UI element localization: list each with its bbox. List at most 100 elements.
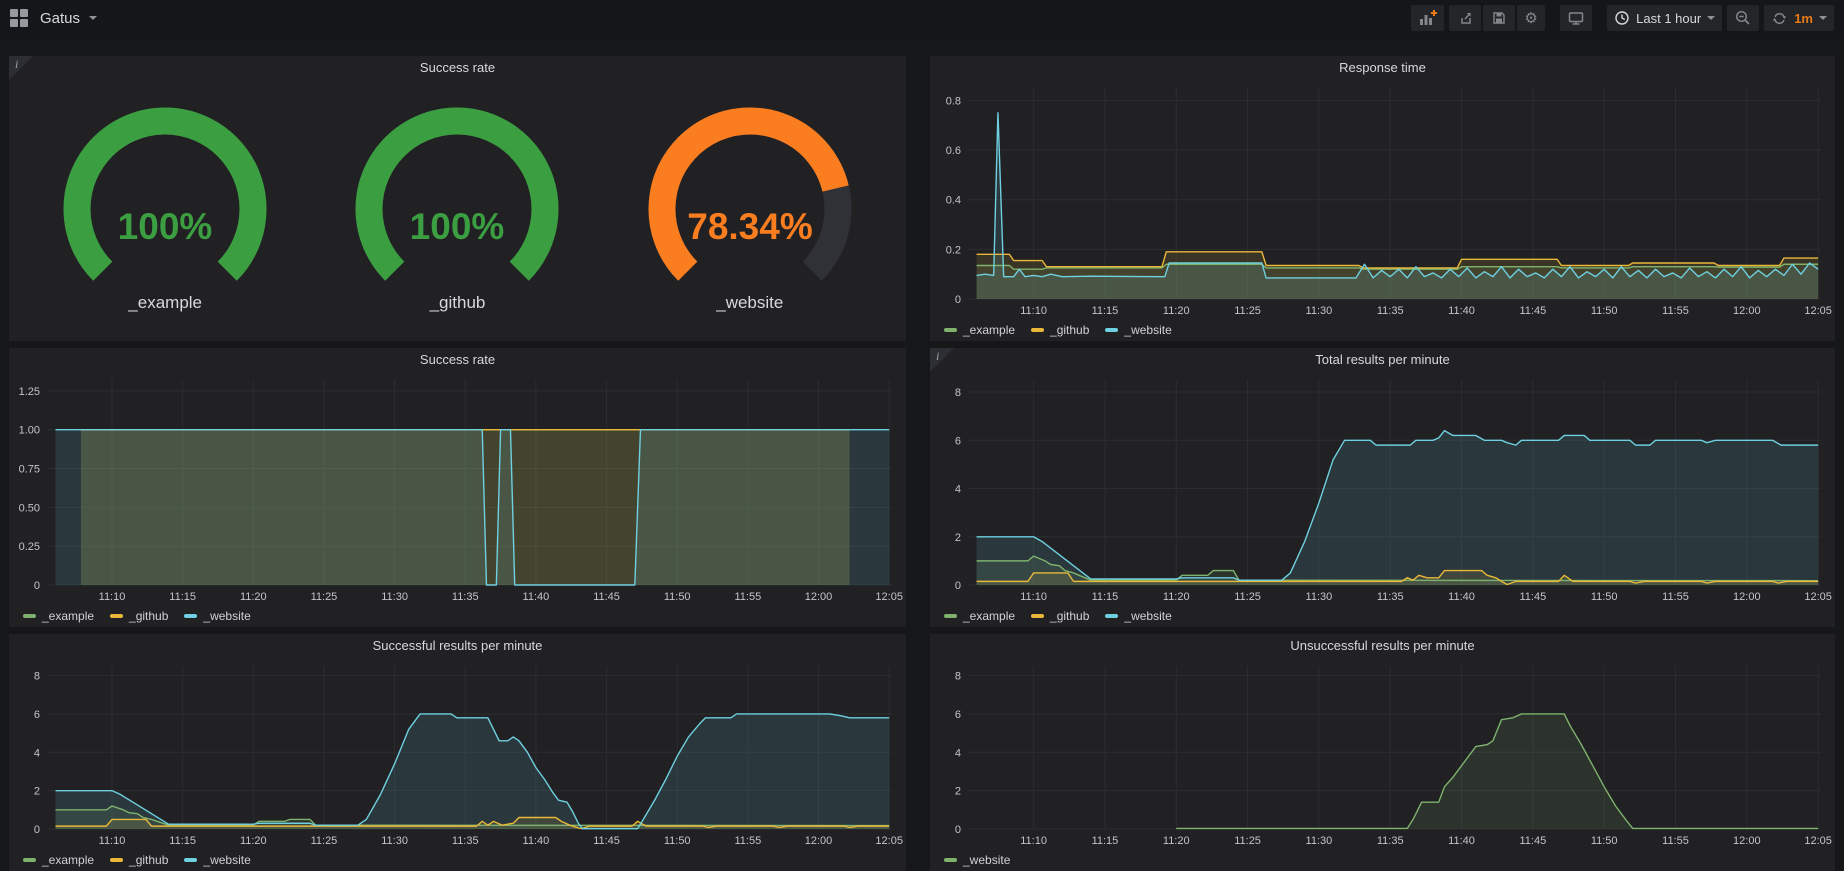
svg-text:11:30: 11:30: [1306, 835, 1333, 847]
svg-text:1.00: 1.00: [19, 425, 40, 437]
add-panel-button[interactable]: [1411, 5, 1444, 31]
legend-item-_website[interactable]: _website: [184, 609, 250, 623]
svg-text:0: 0: [955, 824, 961, 836]
svg-text:12:00: 12:00: [1733, 591, 1761, 603]
svg-text:11:35: 11:35: [1377, 591, 1404, 603]
svg-text:11:50: 11:50: [1591, 591, 1618, 603]
zoom-out-button[interactable]: [1727, 5, 1759, 31]
chart-response-time[interactable]: 00.20.40.60.811:1011:1511:2011:2511:3011…: [930, 80, 1835, 319]
panel-title[interactable]: Response time: [930, 56, 1835, 80]
legend-item-_example[interactable]: _example: [23, 609, 94, 623]
settings-button[interactable]: ⚙: [1517, 5, 1545, 31]
legend-label: _website: [203, 609, 250, 623]
svg-text:12:00: 12:00: [805, 835, 833, 847]
tv-mode-button[interactable]: [1560, 5, 1592, 31]
svg-text:11:45: 11:45: [1520, 305, 1547, 317]
svg-text:12:05: 12:05: [1804, 835, 1832, 847]
legend-item-_example[interactable]: _example: [944, 323, 1015, 337]
panel-title[interactable]: Success rate: [9, 56, 906, 80]
chart-total-results[interactable]: 0246811:1011:1511:2011:2511:3011:3511:40…: [930, 372, 1835, 605]
panel-title[interactable]: Unsuccessful results per minute: [930, 634, 1835, 658]
svg-text:1.25: 1.25: [19, 386, 40, 398]
time-range-label: Last 1 hour: [1636, 11, 1701, 26]
time-range-button[interactable]: Last 1 hour: [1607, 5, 1722, 31]
svg-text:2: 2: [34, 786, 40, 798]
svg-text:11:30: 11:30: [1306, 305, 1333, 317]
svg-text:11:45: 11:45: [593, 591, 620, 603]
svg-text:11:10: 11:10: [99, 591, 126, 603]
panel-total-results: i Total results per minute 0246811:1011:…: [930, 348, 1835, 627]
svg-text:12:05: 12:05: [875, 591, 903, 603]
legend-item-_website[interactable]: _website: [1105, 323, 1171, 337]
save-button[interactable]: [1483, 5, 1515, 31]
share-icon: [1456, 9, 1474, 27]
svg-text:11:30: 11:30: [381, 591, 408, 603]
legend-item-_example[interactable]: _example: [23, 853, 94, 867]
gauge-value: 78.34%: [687, 206, 813, 247]
svg-text:0: 0: [955, 580, 961, 592]
chart-legend: _example _github _website: [930, 605, 1835, 627]
clock-icon: [1614, 10, 1630, 26]
svg-text:11:45: 11:45: [593, 835, 620, 847]
panel-info-corner[interactable]: [930, 348, 954, 372]
legend-swatch: [23, 614, 36, 618]
zoom-out-icon: [1734, 9, 1752, 27]
legend-label: _github: [1050, 323, 1089, 337]
svg-text:4: 4: [955, 747, 961, 759]
svg-text:11:25: 11:25: [1234, 591, 1261, 603]
share-button[interactable]: [1449, 5, 1481, 31]
legend-item-_website[interactable]: _website: [1105, 609, 1171, 623]
legend-item-_website[interactable]: _website: [184, 853, 250, 867]
panel-title[interactable]: Successful results per minute: [9, 634, 906, 658]
dashboard-title-dropdown[interactable]: Gatus: [40, 10, 97, 27]
panel-title[interactable]: Success rate: [9, 348, 906, 372]
svg-text:11:10: 11:10: [1020, 305, 1047, 317]
chart-legend: _example _github _website: [9, 605, 906, 627]
chart-unsuccessful-results[interactable]: 0246811:1011:1511:2011:2511:3011:3511:40…: [930, 658, 1835, 849]
svg-text:11:40: 11:40: [1448, 305, 1475, 317]
svg-text:0.6: 0.6: [946, 145, 961, 157]
svg-text:0: 0: [955, 294, 961, 306]
svg-text:11:15: 11:15: [169, 835, 196, 847]
gauge-value: 100%: [118, 206, 213, 247]
chart-success-rate[interactable]: 00.250.500.751.001.2511:1011:1511:2011:2…: [9, 372, 906, 605]
bar-chart-plus-icon: [1418, 9, 1437, 27]
svg-text:11:35: 11:35: [1377, 305, 1404, 317]
save-icon: [1490, 9, 1508, 27]
svg-text:2: 2: [955, 532, 961, 544]
panel-title[interactable]: Total results per minute: [930, 348, 1835, 372]
grafana-logo-icon[interactable]: [10, 9, 28, 27]
refresh-icon: [1771, 10, 1788, 27]
svg-text:8: 8: [955, 671, 961, 683]
legend-label: _website: [1124, 609, 1171, 623]
svg-text:0.75: 0.75: [19, 464, 40, 476]
dashboard-grid: i Success rate 100%_example100%_github78…: [0, 36, 1844, 871]
svg-text:11:15: 11:15: [1092, 835, 1119, 847]
legend-item-_website[interactable]: _website: [944, 853, 1010, 867]
svg-text:11:50: 11:50: [664, 835, 691, 847]
svg-text:11:25: 11:25: [1234, 305, 1261, 317]
legend-item-_github[interactable]: _github: [110, 853, 168, 867]
legend-item-_github[interactable]: _github: [1031, 609, 1089, 623]
panel-info-corner[interactable]: [9, 56, 33, 80]
svg-text:2: 2: [955, 786, 961, 798]
svg-text:11:20: 11:20: [240, 835, 267, 847]
svg-text:12:00: 12:00: [805, 591, 833, 603]
panel-success-rate-series: Success rate 00.250.500.751.001.2511:101…: [9, 348, 906, 627]
chart-legend: _example _github _website: [9, 849, 906, 871]
svg-text:11:15: 11:15: [169, 591, 196, 603]
svg-text:11:10: 11:10: [99, 835, 126, 847]
legend-swatch: [1031, 328, 1044, 332]
gauge-_github: 100%_github: [327, 99, 587, 313]
gauge-label: _website: [716, 293, 783, 313]
refresh-button[interactable]: 1m: [1764, 5, 1834, 31]
legend-item-_github[interactable]: _github: [1031, 323, 1089, 337]
legend-item-_example[interactable]: _example: [944, 609, 1015, 623]
svg-text:11:50: 11:50: [664, 591, 691, 603]
legend-swatch: [1105, 614, 1118, 618]
chart-successful-results[interactable]: 0246811:1011:1511:2011:2511:3011:3511:40…: [9, 658, 906, 849]
svg-text:11:20: 11:20: [1163, 591, 1190, 603]
legend-item-_github[interactable]: _github: [110, 609, 168, 623]
legend-label: _website: [1124, 323, 1171, 337]
svg-text:11:15: 11:15: [1092, 591, 1119, 603]
